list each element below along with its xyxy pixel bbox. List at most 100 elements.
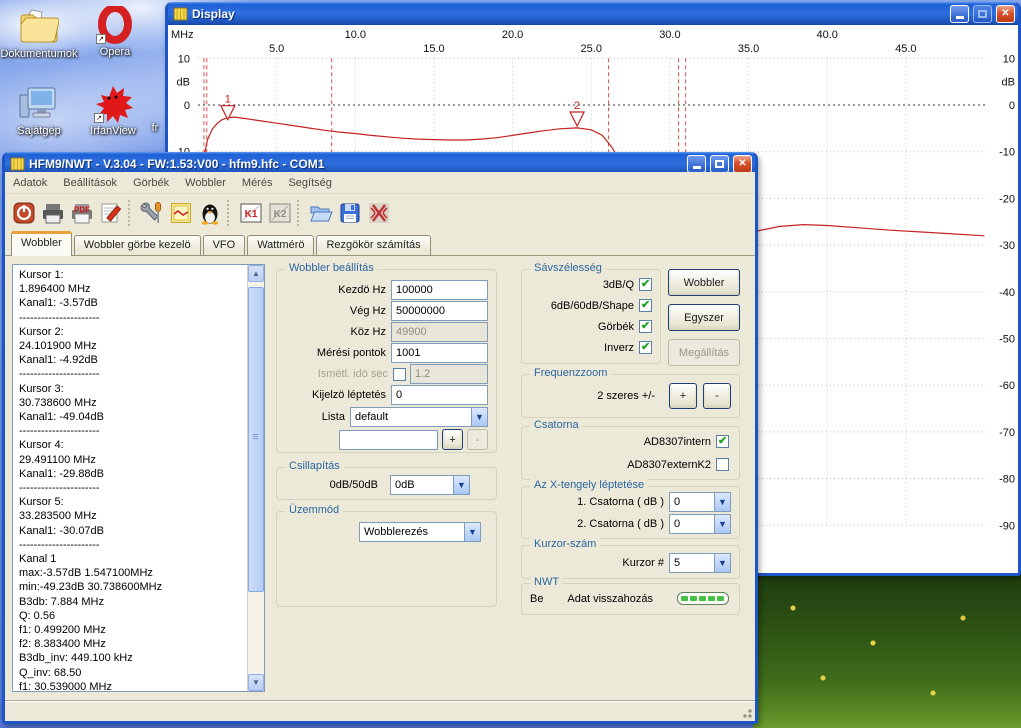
attenuation-combo[interactable]: 0dB▼: [390, 475, 470, 495]
group-title: Wobbler beállítás: [285, 262, 378, 274]
list-line[interactable]: 1.896400 MHz: [19, 282, 247, 296]
list-line[interactable]: ----------------------: [19, 367, 247, 381]
channel1-button[interactable]: K1: [236, 199, 265, 228]
ad8307-extern-checkbox[interactable]: [716, 458, 729, 471]
tab-wobbler[interactable]: Wobbler: [11, 231, 72, 256]
lista-add-input[interactable]: [339, 430, 438, 450]
exit-button[interactable]: [9, 199, 38, 228]
scroll-up-icon[interactable]: ▲: [248, 265, 264, 282]
close-button[interactable]: ✕: [996, 5, 1015, 23]
display-config-button[interactable]: [166, 199, 195, 228]
print-button[interactable]: [38, 199, 67, 228]
chevron-down-icon[interactable]: ▼: [714, 515, 730, 533]
statusbar: [5, 700, 755, 721]
list-line[interactable]: Kanal1: -30.07dB: [19, 524, 247, 538]
list-line[interactable]: Kursor 3:: [19, 382, 247, 396]
list-line[interactable]: B3db: 7.884 MHz: [19, 595, 247, 609]
list-line[interactable]: Q_inv: 68.50: [19, 666, 247, 680]
list-line[interactable]: 30.738600 MHz: [19, 396, 247, 410]
list-line[interactable]: min:-49.23dB 30.738600MHz: [19, 580, 247, 594]
list-line[interactable]: ----------------------: [19, 481, 247, 495]
desktop-icon-sajatgep[interactable]: Sajátgép: [0, 85, 78, 137]
chevron-down-icon[interactable]: ▼: [471, 408, 487, 426]
chevron-down-icon[interactable]: ▼: [714, 554, 730, 572]
ismetl-ido-checkbox[interactable]: [393, 368, 406, 381]
zoom-out-button[interactable]: -: [703, 383, 731, 409]
desktop-icon-dokumentumok[interactable]: Dokumentumok: [0, 8, 78, 60]
maximize-button[interactable]: [973, 5, 992, 23]
menu-beallitasok[interactable]: Beállítások: [55, 174, 125, 192]
save-file-button[interactable]: [335, 199, 364, 228]
display-titlebar[interactable]: Display ✕: [168, 2, 1018, 25]
list-line[interactable]: Kanal1: -29.88dB: [19, 467, 247, 481]
list-line[interactable]: 24.101900 MHz: [19, 339, 247, 353]
menu-gorbek[interactable]: Görbék: [125, 174, 177, 192]
channel2-db-combo[interactable]: 0▼: [669, 514, 731, 534]
meresi-pontok-field[interactable]: [391, 343, 488, 363]
settings-button[interactable]: [137, 199, 166, 228]
egyszer-button[interactable]: Egyszer: [668, 304, 740, 331]
list-line[interactable]: Kanal 1: [19, 552, 247, 566]
tab-wobbler-gorbe-kezelo[interactable]: Wobbler görbe kezelö: [74, 235, 201, 256]
maximize-button[interactable]: [710, 155, 729, 173]
channel2-button[interactable]: K2: [265, 199, 294, 228]
cursor-count-combo[interactable]: 5▼: [669, 553, 731, 573]
minimize-button[interactable]: [687, 155, 706, 173]
print-pdf-button[interactable]: PDF: [67, 199, 96, 228]
linux-button[interactable]: [195, 199, 224, 228]
scroll-down-icon[interactable]: ▼: [248, 674, 264, 691]
veg-hz-field[interactable]: [391, 301, 488, 321]
list-line[interactable]: Kursor 1:: [19, 268, 247, 282]
bw-3db-checkbox[interactable]: [639, 278, 652, 291]
tab-rezgokor-szamitas[interactable]: Rezgökör számítás: [316, 235, 430, 256]
scrollbar[interactable]: ▲ ▼: [247, 265, 264, 691]
stop-button[interactable]: [364, 199, 393, 228]
bw-inverz-checkbox[interactable]: [639, 341, 652, 354]
list-line[interactable]: Kursor 4:: [19, 438, 247, 452]
list-line[interactable]: Kursor 5:: [19, 495, 247, 509]
cursor-listbox[interactable]: Kursor 1:1.896400 MHzKanal1: -3.57dB----…: [12, 264, 265, 692]
lista-add-button[interactable]: +: [442, 429, 463, 450]
list-line[interactable]: max:-3.57dB 1.547100MHz: [19, 566, 247, 580]
chevron-down-icon[interactable]: ▼: [464, 523, 480, 541]
chevron-down-icon[interactable]: ▼: [714, 493, 730, 511]
list-line[interactable]: f1: 30.539000 MHz: [19, 680, 247, 691]
list-line[interactable]: Kursor 2:: [19, 325, 247, 339]
list-line[interactable]: f2: 8.383400 MHz: [19, 637, 247, 651]
list-line[interactable]: 29.491100 MHz: [19, 453, 247, 467]
channel1-db-combo[interactable]: 0▼: [669, 492, 731, 512]
kijelzo-leptetes-field[interactable]: [391, 385, 488, 405]
list-line[interactable]: ----------------------: [19, 538, 247, 552]
list-line[interactable]: f1: 0.499200 MHz: [19, 623, 247, 637]
menu-segitseg[interactable]: Segítség: [280, 174, 339, 192]
list-line[interactable]: B3db_inv: 449.100 kHz: [19, 651, 247, 665]
scrollbar-thumb[interactable]: [248, 287, 264, 592]
desktop-icon-opera[interactable]: ↗ Opera: [76, 6, 154, 58]
close-button[interactable]: ✕: [733, 155, 752, 173]
menu-wobbler[interactable]: Wobbler: [177, 174, 234, 192]
edit-button[interactable]: [96, 199, 125, 228]
tab-vfo[interactable]: VFO: [203, 235, 246, 256]
bw-6db-checkbox[interactable]: [639, 299, 652, 312]
list-line[interactable]: Kanal1: -49.04dB: [19, 410, 247, 424]
menu-meres[interactable]: Mérés: [234, 174, 281, 192]
menu-adatok[interactable]: Adatok: [5, 174, 55, 192]
list-line[interactable]: Q: 0.56: [19, 609, 247, 623]
lista-combo[interactable]: default▼: [350, 407, 488, 427]
resize-grip[interactable]: [740, 706, 753, 719]
bw-gorbek-checkbox[interactable]: [639, 320, 652, 333]
kezdo-hz-field[interactable]: [391, 280, 488, 300]
list-line[interactable]: Kanal1: -4.92dB: [19, 353, 247, 367]
chevron-down-icon[interactable]: ▼: [453, 476, 469, 494]
list-line[interactable]: Kanal1: -3.57dB: [19, 296, 247, 310]
open-file-button[interactable]: [306, 199, 335, 228]
minimize-button[interactable]: [950, 5, 969, 23]
zoom-in-button[interactable]: +: [669, 383, 697, 409]
tab-wattmero[interactable]: Wattmérö: [247, 235, 314, 256]
list-line[interactable]: 33.283500 MHz: [19, 509, 247, 523]
mode-combo[interactable]: Wobblerezés▼: [359, 522, 481, 542]
ad8307-intern-checkbox[interactable]: [716, 435, 729, 448]
list-line[interactable]: ----------------------: [19, 424, 247, 438]
wobbler-start-button[interactable]: Wobbler: [668, 269, 740, 296]
list-line[interactable]: ----------------------: [19, 311, 247, 325]
